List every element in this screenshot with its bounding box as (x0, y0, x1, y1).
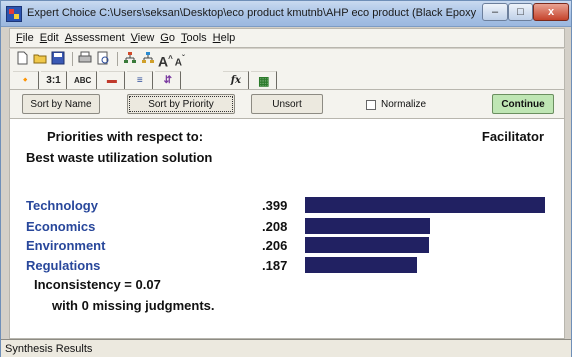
expert-choice-app-icon (6, 6, 22, 22)
mode-tabs: 🔸 3:1 ABC ▬ ≡ ⇵ fx ▦ (9, 69, 565, 90)
sort-icon[interactable] (140, 51, 156, 67)
print-preview-icon[interactable] (95, 51, 111, 67)
verbal-icon: ABC (74, 76, 92, 85)
facilitator-label: Facilitator (481, 129, 544, 144)
action-button-row: Sort by Name Sort by Priority Unsort Nor… (9, 90, 565, 118)
priorities-panel: Priorities with respect to: Facilitator … (9, 118, 565, 339)
title-bar[interactable]: Expert Choice C:\Users\seksan\Desktop\ec… (1, 1, 571, 27)
menu-file[interactable]: File (16, 32, 34, 44)
questionnaire-icon: ≡ (136, 75, 143, 86)
priority-row: Technology .399 (26, 197, 556, 215)
menu-help[interactable]: Help (213, 32, 236, 44)
data-grid-icon: ▦ (258, 73, 270, 88)
tab-direct[interactable]: ⇵ (155, 71, 182, 89)
tab-numerical[interactable]: 3:1 (41, 71, 67, 89)
criterion-priority: .399 (262, 198, 288, 213)
graphical-icon: ▬ (106, 75, 117, 86)
priority-bar (305, 257, 418, 273)
tab-pairwise[interactable]: 🔸 (13, 71, 39, 89)
toolbar-separator (117, 52, 118, 66)
font-smaller-icon[interactable]: Aˇ (175, 51, 185, 68)
save-icon[interactable] (50, 51, 66, 67)
criterion-name: Technology (26, 198, 98, 213)
numerical-icon: 3:1 (46, 75, 61, 86)
priority-bar (305, 218, 431, 234)
priority-row: Economics .208 (26, 218, 556, 236)
tab-verbal[interactable]: ABC (69, 71, 98, 89)
direct-icon: ⇵ (163, 75, 173, 86)
menu-tools[interactable]: Tools (181, 32, 207, 44)
criterion-priority: .206 (262, 238, 288, 253)
criterion-name: Environment (26, 238, 106, 253)
criterion-priority: .208 (262, 219, 288, 234)
new-file-icon[interactable] (14, 51, 30, 67)
maximize-button[interactable]: □ (508, 3, 533, 21)
tab-graphical[interactable]: ▬ (99, 71, 126, 89)
priority-bar (305, 197, 545, 213)
criterion-name: Economics (26, 219, 96, 234)
normalize-checkbox[interactable]: Normalize (366, 99, 426, 110)
sort-by-name-button[interactable]: Sort by Name (22, 94, 100, 114)
status-bar: Synthesis Results (1, 339, 571, 357)
tab-formula[interactable]: fx (223, 71, 250, 89)
tab-data-grid[interactable]: ▦ (251, 71, 278, 89)
open-folder-icon[interactable] (32, 51, 48, 67)
criterion-priority: .187 (262, 258, 288, 273)
menu-go[interactable]: Go (160, 32, 175, 44)
goal-label: Best waste utilization solution (26, 150, 213, 165)
formula-icon: fx (230, 75, 241, 86)
pairwise-icon: 🔸 (19, 75, 32, 86)
status-text: Synthesis Results (5, 343, 93, 355)
continue-button[interactable]: Continue (492, 94, 554, 114)
tab-questionnaire[interactable]: ≡ (127, 71, 154, 89)
print-icon[interactable] (77, 51, 93, 67)
tree-icon[interactable] (122, 51, 138, 67)
font-larger-icon[interactable]: A^ (158, 51, 173, 70)
sort-by-priority-button[interactable]: Sort by Priority (127, 94, 235, 114)
toolbar: A^ Aˇ (9, 49, 565, 70)
normalize-label: Normalize (381, 99, 427, 110)
close-button[interactable]: x (533, 3, 569, 21)
inconsistency-ratio: Inconsistency = 0.07 (34, 277, 161, 292)
priority-row: Regulations .187 (26, 257, 556, 275)
priority-bar (305, 237, 429, 253)
missing-judgments: with 0 missing judgments. (52, 298, 215, 313)
criterion-name: Regulations (26, 258, 101, 273)
menu-edit[interactable]: Edit (40, 32, 59, 44)
menu-assessment[interactable]: Assessment (65, 32, 125, 44)
unsort-button[interactable]: Unsort (251, 94, 323, 114)
expert-choice-window: Expert Choice C:\Users\seksan\Desktop\ec… (0, 0, 572, 357)
menu-view[interactable]: View (131, 32, 155, 44)
priority-row: Environment .206 (26, 237, 556, 255)
minimize-button[interactable]: – (482, 3, 508, 21)
window-title: Expert Choice C:\Users\seksan\Desktop\ec… (27, 7, 477, 19)
priorities-title: Priorities with respect to: (47, 129, 204, 144)
menu-bar: File Edit Assessment View Go Tools Help (9, 28, 565, 48)
normalize-checkbox-box[interactable] (366, 99, 376, 110)
toolbar-separator (72, 52, 73, 66)
